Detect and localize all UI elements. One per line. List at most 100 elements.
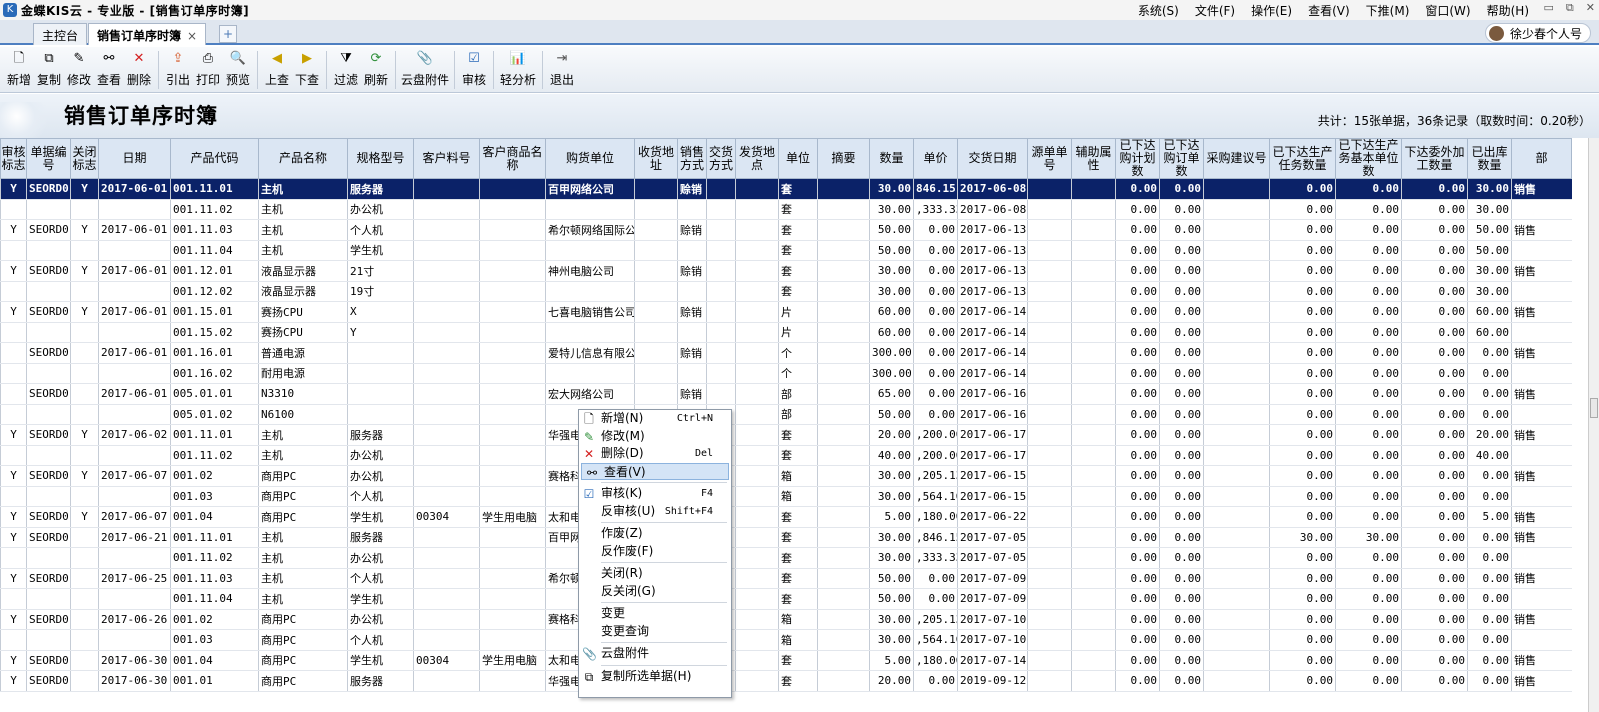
table-row[interactable]: Y SEORD0 Y 2017-06-02 001.11.01 主机 服务器 华强电套 20.0… — [0, 424, 1572, 446]
next-button[interactable]: ▶ 下查 — [292, 47, 322, 91]
order-grid[interactable]: 审核标志 单据编号 关闭标志 日期 产品代码 产品名称 规格型号 客户料号 客户商品名称 购货单位… — [0, 138, 1588, 712]
table-row[interactable]: Y SEORD0 Y 2017-06-07 001.04 商用PC 学生机 00304 学生用电… — [0, 506, 1572, 528]
context-menu-item[interactable]: ☑ 审核(K) F4 — [579, 485, 731, 503]
table-row[interactable]: 001.15.02 赛扬CPU Y 片 60.00 0.00 2017-06-14 0.00 0… — [0, 322, 1572, 343]
context-menu-item[interactable]: 变更查询 — [579, 623, 731, 641]
menu-item-4[interactable]: 下推(M) — [1366, 2, 1410, 19]
menu-item-1[interactable]: 文件(F) — [1195, 2, 1235, 19]
context-menu-item[interactable]: 📎 云盘附件 — [579, 645, 731, 663]
context-menu-item[interactable]: ⧉ 复制所选单据(H) — [579, 668, 731, 686]
menu-item-0[interactable]: 系统(S) — [1138, 2, 1179, 19]
table-row[interactable]: 001.03商用PC个人机 箱 30.00,564.102017-06-15 0.00… — [0, 486, 1572, 507]
prev-button[interactable]: ◀ 上查 — [262, 47, 292, 91]
context-menu-item[interactable]: ✎ 修改(M) — [579, 428, 731, 446]
restore-icon[interactable]: ⧉ — [1566, 1, 1574, 15]
edit-button[interactable]: ✎ 修改 — [64, 47, 94, 91]
filter-button[interactable]: ⧩ 过滤 — [331, 47, 361, 91]
audit-button[interactable]: ☑ 审核 — [459, 47, 489, 91]
column-header[interactable]: 已下达生产任务数量 — [1269, 138, 1336, 179]
scroll-thumb[interactable] — [1590, 398, 1598, 418]
table-row[interactable]: Y SEORD0 Y 2017-06-01 001.15.01 赛扬CPU X 七喜电脑销售公… — [0, 301, 1572, 323]
context-menu-item[interactable]: 关闭(R) — [579, 565, 731, 583]
column-header[interactable]: 采购建议号 — [1203, 138, 1270, 179]
context-menu-item[interactable]: ✕ 删除(D) Del — [579, 445, 731, 463]
import-button[interactable]: ⇪ 引出 — [163, 47, 193, 91]
column-header[interactable]: 单据编号 — [26, 138, 71, 179]
print-button[interactable]: ⎙ 打印 — [193, 47, 223, 91]
add-tab-button[interactable]: + — [219, 25, 237, 43]
table-row[interactable]: 001.11.02主机办公机 套 30.00,333.332017-07-05 0.0… — [0, 547, 1572, 569]
column-header[interactable]: 交货方式 — [706, 138, 736, 179]
table-row[interactable]: 001.11.02主机办公机套40.00,200.002017-06-170.0… — [0, 445, 1572, 466]
menu-item-3[interactable]: 查看(V) — [1308, 2, 1350, 19]
column-header[interactable]: 已下达购计划数 — [1115, 138, 1160, 179]
table-row[interactable]: Y SEORD0 2017-06-30 001.01 商用PC 服务器 华强电套 20.00 0… — [0, 670, 1572, 692]
context-menu-item[interactable]: 变更 — [579, 605, 731, 623]
column-header[interactable]: 交货日期 — [957, 138, 1028, 179]
new-button[interactable]: 🗋 新增 — [4, 47, 34, 91]
table-row[interactable]: Y SEORD0 Y 2017-06-07 001.02 商用PC 办公机 赛格科箱 30.00… — [0, 465, 1572, 487]
table-row[interactable]: 005.01.02 N6100 部 50.00 0.00 2017-06-16 0.00 0.… — [0, 404, 1572, 425]
column-header[interactable]: 销售方式 — [677, 138, 707, 179]
context-menu-item[interactable]: 反作废(F) — [579, 543, 731, 561]
menu-item-2[interactable]: 操作(E) — [1251, 2, 1292, 19]
preview-button[interactable]: 🔍 预览 — [223, 47, 253, 91]
column-header[interactable]: 已下达生产务基本单位数 — [1335, 138, 1402, 179]
table-row[interactable]: Y SEORD0 2017-06-21 001.11.01 主机 服务器 百甲网套 30.00… — [0, 527, 1572, 548]
column-header[interactable]: 源单单号 — [1027, 138, 1072, 179]
context-menu-item[interactable]: 作废(Z) — [579, 525, 731, 543]
menu-item-5[interactable]: 窗口(W) — [1425, 2, 1470, 19]
table-row[interactable]: Y SEORD0 2017-06-26 001.02 商用PC 办公机 赛格科箱 30.00,… — [0, 609, 1572, 630]
column-header[interactable]: 日期 — [98, 138, 171, 179]
column-header[interactable]: 数量 — [869, 138, 914, 179]
table-row[interactable]: 001.16.02 耐用电源个 300.00 0.00 2017-06-14 0.00 0.… — [0, 363, 1572, 384]
column-header[interactable]: 产品代码 — [170, 138, 259, 179]
copy-button[interactable]: ⧉ 复制 — [34, 47, 64, 91]
close-icon[interactable]: ✕ — [1586, 1, 1595, 15]
context-menu-item[interactable]: 反审核(U) Shift+F4 — [579, 503, 731, 521]
column-header[interactable]: 客户料号 — [413, 138, 480, 179]
cloud-button[interactable]: 📎 云盘附件 — [400, 47, 450, 91]
table-row[interactable]: 001.12.02 液晶显示器 19寸套 30.00 0.00 2017-06-13 0.0… — [0, 281, 1572, 302]
tab-console[interactable]: 主控台 — [33, 23, 88, 45]
menu-item-6[interactable]: 帮助(H) — [1487, 2, 1529, 19]
column-header[interactable]: 产品名称 — [258, 138, 348, 179]
context-menu-item[interactable]: 反关闭(G) — [579, 583, 731, 601]
column-header[interactable]: 收货地址 — [634, 138, 678, 179]
context-menu-item[interactable]: ⚯ 查看(V) — [581, 462, 729, 480]
view-button[interactable]: ⚯ 查看 — [94, 47, 124, 91]
table-row[interactable]: SEORD0 2017-06-01 001.16.01 普通电源 爱特儿信息有限公 赊销 个… — [0, 342, 1572, 364]
column-header[interactable]: 摘要 — [817, 138, 870, 179]
minimize-icon[interactable]: ▭ — [1544, 1, 1554, 15]
column-header[interactable]: 发货地点 — [735, 138, 779, 179]
table-row[interactable]: Y SEORD0 Y 2017-06-01 001.11.03 主机 个人机 希尔顿网络国际公… — [0, 219, 1572, 241]
table-row[interactable]: 001.03商用PC个人机 箱 30.00,564.102017-07-10 0.00… — [0, 629, 1572, 651]
tab-sales-order-list[interactable]: 销售订单序时簿 × — [88, 23, 207, 45]
context-menu-item[interactable]: 🗋 新增(N) Ctrl+N — [579, 410, 731, 428]
close-tab-icon[interactable]: × — [187, 29, 197, 43]
user-account[interactable]: 徐少春个人号 — [1484, 23, 1591, 43]
table-row[interactable]: Y SEORD0 2017-06-25 001.11.03 主机 个人机 希尔顿套 50.00… — [0, 568, 1572, 589]
table-row[interactable]: Y SEORD0 Y 2017-06-01 001.12.01 液晶显示器 21寸 神州电脑公… — [0, 260, 1572, 282]
column-header[interactable]: 审核标志 — [0, 138, 27, 179]
table-row[interactable]: Y SEORD0 2017-06-30 001.04 商用PC 学生机 00304 学生用电脑… — [0, 650, 1572, 671]
column-header[interactable]: 已出库数量 — [1467, 138, 1512, 179]
column-header[interactable]: 规格型号 — [347, 138, 414, 179]
column-header[interactable]: 部 — [1511, 138, 1572, 179]
column-header[interactable]: 已下达购订单数 — [1159, 138, 1204, 179]
refresh-button[interactable]: ⟳ 刷新 — [361, 47, 391, 91]
column-header[interactable]: 购货单位 — [545, 138, 635, 179]
table-row[interactable]: Y SEORD0 Y 2017-06-01 001.11.01 主机 服务器 百甲网络公司 赊销… — [0, 178, 1572, 200]
table-row[interactable]: SEORD0 2017-06-01 005.01.01 N3310 宏大网络公司 赊销 部 6… — [0, 383, 1572, 405]
column-header[interactable]: 客户商品名称 — [479, 138, 546, 179]
exit-button[interactable]: ⇥ 退出 — [547, 47, 577, 91]
column-header[interactable]: 关闭标志 — [70, 138, 99, 179]
vertical-scrollbar[interactable] — [1588, 138, 1599, 712]
table-row[interactable]: 001.11.04 主机 学生机套 50.00 0.00 2017-07-09 0.00 0.… — [0, 588, 1572, 610]
column-header[interactable]: 单位 — [778, 138, 818, 179]
column-header[interactable]: 辅助属性 — [1071, 138, 1116, 179]
column-header[interactable]: 单价 — [913, 138, 958, 179]
delete-button[interactable]: ✕ 删除 — [124, 47, 154, 91]
analysis-button[interactable]: 📊 轻分析 — [498, 47, 538, 91]
table-row[interactable]: 001.11.04 主机 学生机套 50.00 0.00 2017-06-13 0.00 0.… — [0, 240, 1572, 261]
